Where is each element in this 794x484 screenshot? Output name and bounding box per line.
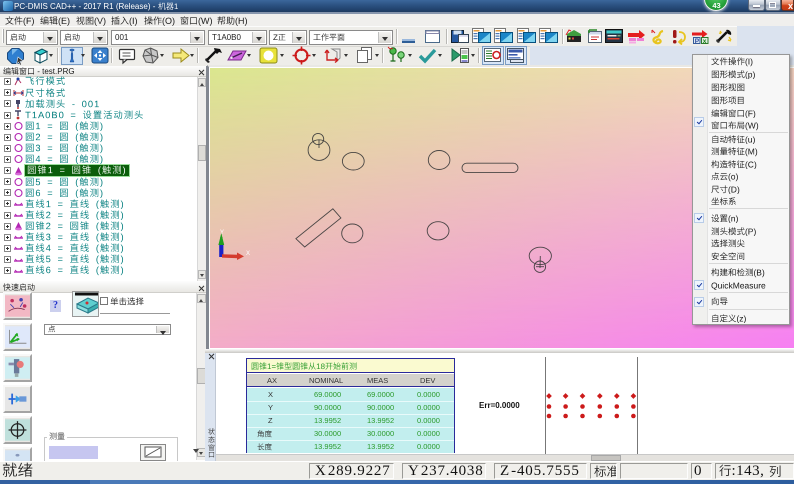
svg-text:Y: Y [220, 230, 224, 236]
svg-text:P: P [695, 38, 700, 45]
svg-text:X: X [246, 251, 250, 257]
svg-text:x: x [703, 38, 707, 45]
